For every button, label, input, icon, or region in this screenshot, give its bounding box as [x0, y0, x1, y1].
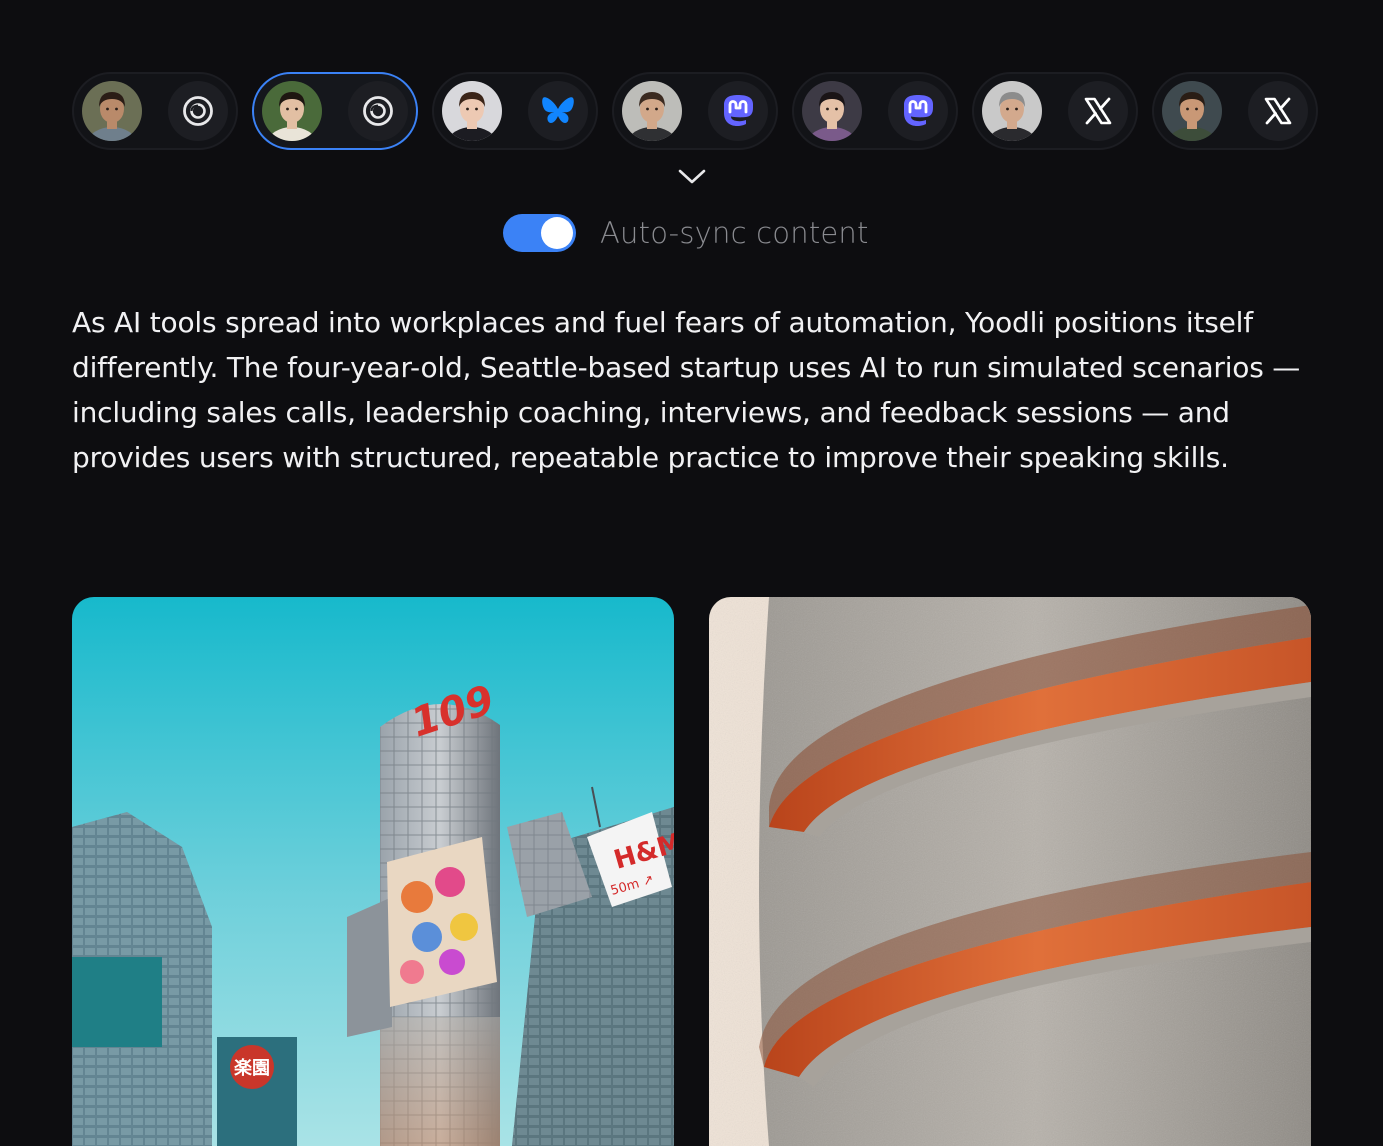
post-body-text[interactable]: As AI tools spread into workplaces and f…: [72, 300, 1312, 480]
account-selector: [72, 72, 1318, 150]
avatar: [622, 81, 682, 141]
avatar: [442, 81, 502, 141]
x-logo-icon: [1068, 81, 1128, 141]
account-pill-mastodon-5[interactable]: [792, 72, 958, 150]
spiral-architecture-photo: [709, 597, 1311, 1146]
auto-sync-toggle[interactable]: [503, 214, 576, 252]
avatar: [802, 81, 862, 141]
auto-sync-row: Auto-sync content: [503, 214, 869, 252]
city-tower-photo: 楽園 H&M 50m ↗ 109: [72, 597, 674, 1146]
avatar: [82, 81, 142, 141]
threads-icon: [168, 81, 228, 141]
post-composer: Auto-sync content As AI tools spread int…: [0, 0, 1383, 1146]
bluesky-butterfly-icon: [528, 81, 588, 141]
x-logo-icon: [1248, 81, 1308, 141]
account-pill-threads-2[interactable]: [252, 72, 418, 150]
media-spiral-architecture[interactable]: [709, 597, 1311, 1146]
sign-left-text: 楽園: [234, 1057, 270, 1079]
auto-sync-label: Auto-sync content: [600, 216, 869, 250]
threads-icon: [348, 81, 408, 141]
chevron-down-icon[interactable]: [676, 163, 708, 191]
mastodon-icon: [888, 81, 948, 141]
account-pill-x-6[interactable]: [972, 72, 1138, 150]
mastodon-icon: [708, 81, 768, 141]
media-city-tower[interactable]: 楽園 H&M 50m ↗ 109: [72, 597, 674, 1146]
account-pill-x-7[interactable]: [1152, 72, 1318, 150]
account-pill-bluesky-3[interactable]: [432, 72, 598, 150]
avatar: [262, 81, 322, 141]
account-pill-mastodon-4[interactable]: [612, 72, 778, 150]
account-pill-threads-1[interactable]: [72, 72, 238, 150]
toggle-knob: [541, 217, 573, 249]
avatar: [982, 81, 1042, 141]
avatar: [1162, 81, 1222, 141]
